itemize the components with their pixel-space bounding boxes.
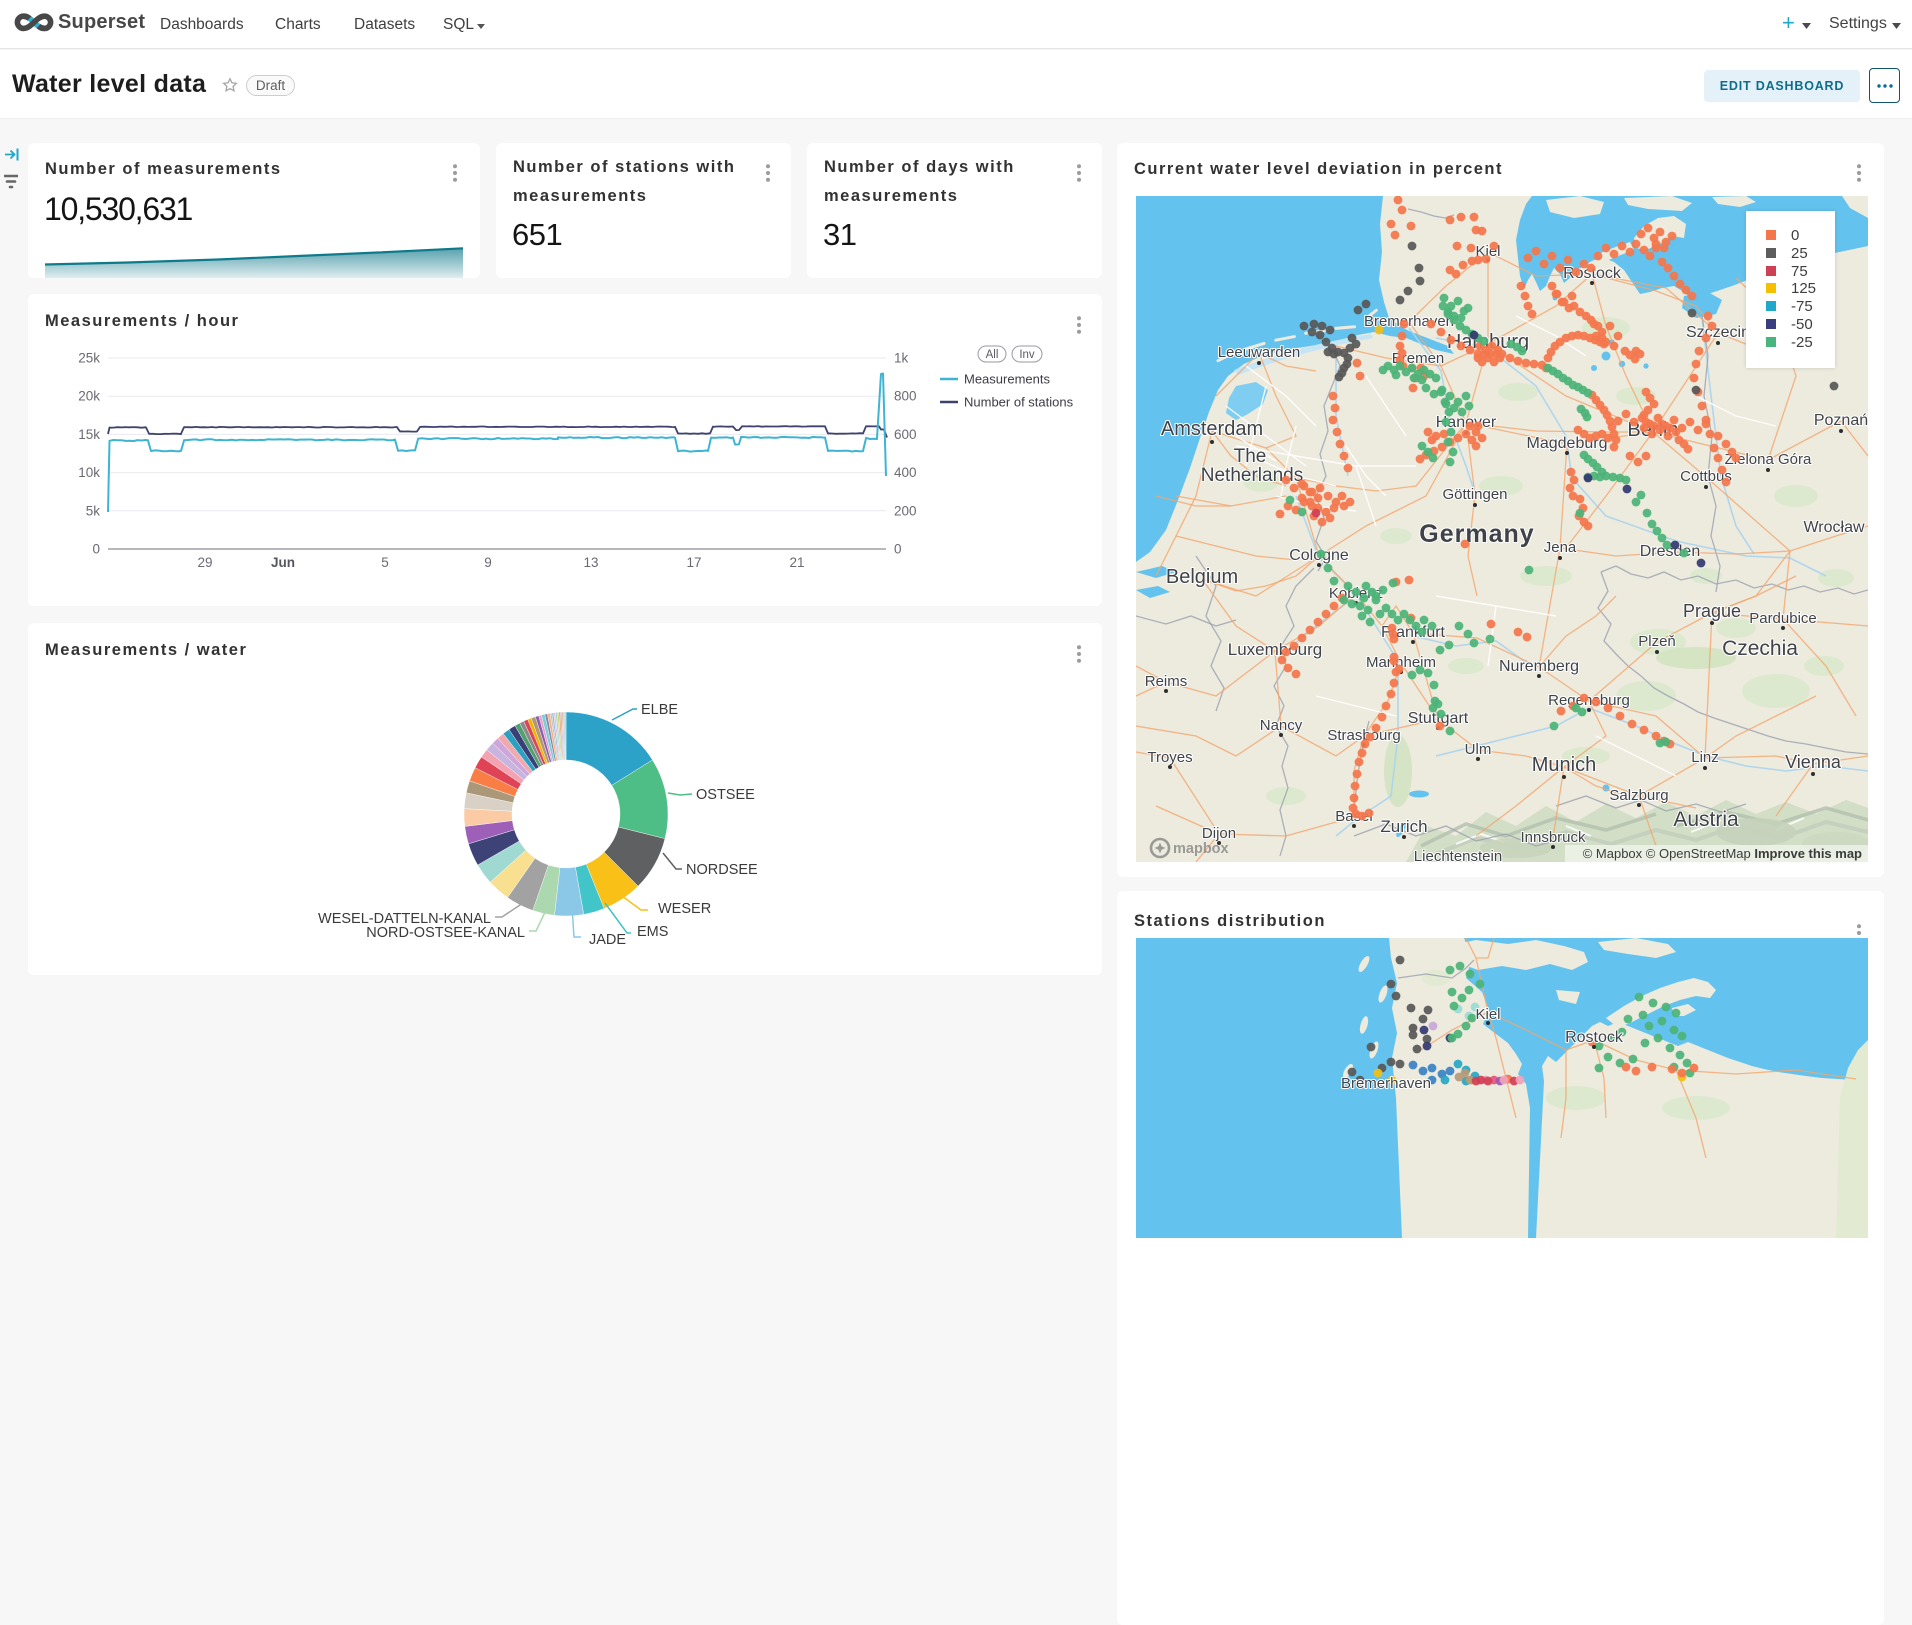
svg-text:Germany: Germany [1419, 520, 1534, 548]
svg-text:0: 0 [92, 542, 100, 557]
svg-text:Wrocław: Wrocław [1803, 519, 1864, 536]
svg-text:Zurich: Zurich [1380, 817, 1427, 836]
svg-text:Salzburg: Salzburg [1609, 787, 1668, 804]
svg-text:Munich: Munich [1532, 754, 1596, 776]
svg-text:5: 5 [381, 555, 389, 570]
svg-text:Innsbruck: Innsbruck [1520, 829, 1586, 846]
svg-text:Pardubice: Pardubice [1749, 610, 1817, 627]
svg-text:20k: 20k [78, 389, 100, 404]
svg-text:Troyes: Troyes [1147, 749, 1192, 766]
svg-text:WESEL-DATTELN-KANAL: WESEL-DATTELN-KANAL [318, 911, 491, 927]
svg-text:Bremerhaven: Bremerhaven [1341, 1075, 1431, 1092]
svg-text:Number of stations: Number of stations [964, 395, 1074, 410]
svg-text:Austria: Austria [1673, 808, 1739, 831]
svg-text:Jun: Jun [271, 555, 295, 570]
svg-text:1k: 1k [894, 351, 909, 366]
svg-text:Inv: Inv [1019, 349, 1035, 361]
svg-text:Poznań: Poznań [1814, 412, 1868, 429]
svg-text:JADE: JADE [589, 932, 626, 948]
svg-text:OSTSEE: OSTSEE [696, 787, 755, 803]
svg-text:All: All [986, 349, 999, 361]
svg-text:Dijon: Dijon [1202, 825, 1236, 842]
svg-text:Ulm: Ulm [1465, 741, 1492, 758]
svg-text:Plzeň: Plzeň [1638, 633, 1676, 650]
svg-text:Liechtenstein: Liechtenstein [1414, 848, 1502, 862]
svg-text:Measurements: Measurements [964, 372, 1050, 387]
svg-text:EMS: EMS [637, 924, 668, 940]
svg-text:Vienna: Vienna [1785, 752, 1842, 772]
svg-text:Amsterdam: Amsterdam [1161, 418, 1263, 440]
svg-text:0: 0 [894, 542, 902, 557]
svg-text:Nuremberg: Nuremberg [1499, 658, 1579, 675]
svg-text:Prague: Prague [1683, 601, 1741, 621]
svg-text:800: 800 [894, 389, 917, 404]
svg-text:Belgium: Belgium [1166, 566, 1238, 588]
svg-text:9: 9 [484, 555, 492, 570]
svg-text:21: 21 [789, 555, 804, 570]
svg-text:200: 200 [894, 503, 917, 518]
svg-text:NORD-OSTSEE-KANAL: NORD-OSTSEE-KANAL [366, 925, 525, 941]
svg-text:Linz: Linz [1691, 749, 1719, 766]
svg-text:Rostock: Rostock [1565, 1029, 1624, 1046]
svg-text:ELBE: ELBE [641, 702, 678, 718]
svg-text:17: 17 [686, 555, 701, 570]
svg-text:13: 13 [583, 555, 598, 570]
svg-text:Czechia: Czechia [1722, 637, 1798, 660]
svg-text:Jena: Jena [1544, 539, 1577, 556]
svg-text:5k: 5k [86, 503, 101, 518]
svg-text:Göttingen: Göttingen [1442, 486, 1507, 503]
svg-text:NORDSEE: NORDSEE [686, 862, 758, 878]
svg-text:Luxembourg: Luxembourg [1228, 640, 1323, 659]
svg-text:400: 400 [894, 465, 917, 480]
svg-text:Leeuwarden: Leeuwarden [1218, 344, 1301, 361]
svg-text:10k: 10k [78, 465, 100, 480]
svg-text:WESER: WESER [658, 901, 711, 917]
svg-text:The: The [1234, 446, 1267, 467]
svg-text:Regensburg: Regensburg [1548, 692, 1630, 709]
svg-text:Szczecin: Szczecin [1686, 324, 1750, 341]
svg-text:29: 29 [197, 555, 212, 570]
svg-text:25k: 25k [78, 351, 100, 366]
svg-text:15k: 15k [78, 427, 100, 442]
svg-text:Reims: Reims [1145, 673, 1188, 690]
svg-text:Nancy: Nancy [1260, 717, 1303, 734]
svg-text:Kiel: Kiel [1475, 1006, 1500, 1023]
svg-text:600: 600 [894, 427, 917, 442]
